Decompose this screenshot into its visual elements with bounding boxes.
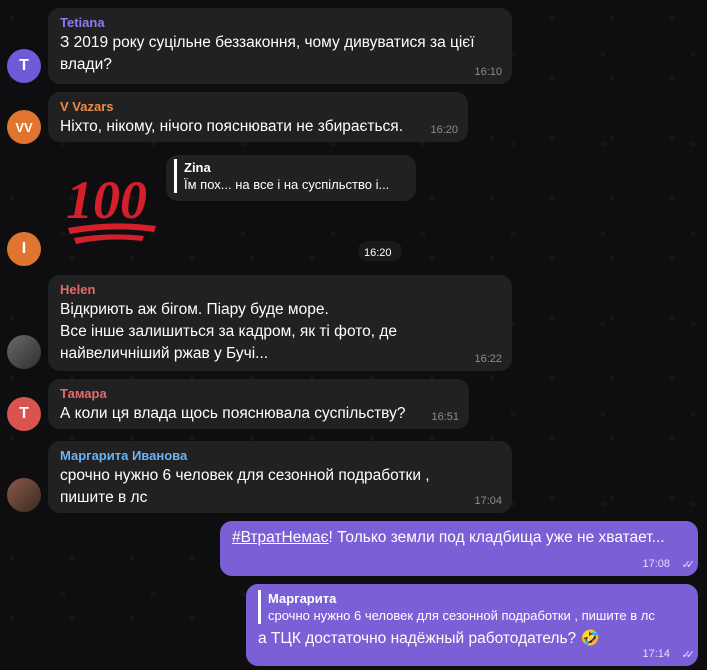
avatar[interactable]: T — [7, 49, 41, 83]
message-time: 16:51 — [431, 411, 459, 423]
reply-quote[interactable]: Zina Їм пох... на все і на суспільство і… — [174, 159, 408, 193]
read-checks-icon: ✓✓ — [681, 559, 696, 571]
message-text: #ВтратНемає! Только земли под кладбища у… — [232, 527, 686, 549]
sender-name[interactable]: Маргарита Иванова — [60, 447, 500, 465]
read-checks-icon: ✓✓ — [681, 649, 696, 661]
svg-text:100: 100 — [66, 170, 147, 230]
message-time: 16:20 — [430, 124, 458, 136]
message-time: 16:20 — [364, 247, 392, 259]
message-text: Ніхто, нікому, нічого пояснювати не збир… — [60, 118, 404, 135]
message-text: З 2019 року суцільне беззаконня, чому ди… — [60, 34, 475, 73]
outgoing-message-bubble[interactable]: Маргарита срочно нужно 6 человек для сез… — [246, 584, 698, 666]
message-bubble[interactable]: V Vazars Ніхто, нікому, нічого пояснюват… — [48, 92, 468, 142]
avatar-photo[interactable] — [7, 335, 41, 369]
message-text: а ТЦК достаточно надёжный работодатель? … — [258, 630, 600, 647]
sender-name[interactable]: Тамара — [60, 385, 457, 403]
message-bubble[interactable]: Маргарита Иванова срочно нужно 6 человек… — [48, 441, 512, 513]
avatar[interactable]: I — [7, 232, 41, 266]
message-time: 16:22 — [474, 353, 502, 365]
outgoing-message-bubble[interactable]: #ВтратНемає! Только земли под кладбища у… — [220, 521, 698, 576]
reply-preview[interactable]: Zina Їм пох... на все і на суспільство і… — [166, 155, 416, 201]
avatar[interactable]: T — [7, 397, 41, 431]
hundred-points-sticker[interactable]: 100 — [64, 168, 162, 248]
avatar[interactable]: VV — [7, 110, 41, 144]
reply-text: Їм пох... на все і на суспільство і... — [184, 177, 390, 192]
reply-text: срочно нужно 6 человек для сезонной подр… — [268, 608, 655, 623]
reply-quote[interactable]: Маргарита срочно нужно 6 человек для сез… — [258, 590, 686, 624]
message-text: А коли ця влада щось пояснювала суспільс… — [60, 405, 406, 422]
message-time: 17:08 — [642, 558, 670, 570]
message-time: 17:04 — [474, 495, 502, 507]
message-text-body: ! Только земли под кладбища уже не хвата… — [328, 529, 665, 546]
sender-name[interactable]: Helen — [60, 281, 500, 299]
sender-name[interactable]: Tetiana — [60, 14, 500, 32]
sender-name[interactable]: V Vazars — [60, 98, 456, 116]
message-text: срочно нужно 6 человек для сезонной подр… — [60, 467, 430, 506]
message-time: 16:10 — [474, 66, 502, 78]
message-time: 17:14 — [642, 648, 670, 660]
message-bubble[interactable]: Тамара А коли ця влада щось пояснювала с… — [48, 379, 469, 429]
message-text: Відкриють аж бігом. Піару буде море. Все… — [60, 301, 398, 362]
message-bubble[interactable]: Helen Відкриють аж бігом. Піару буде мор… — [48, 275, 512, 371]
hashtag-link[interactable]: #ВтратНемає — [232, 529, 329, 546]
reply-name: Zina — [184, 160, 211, 175]
reply-name: Маргарита — [268, 591, 337, 606]
message-bubble[interactable]: Tetiana З 2019 року суцільне беззаконня,… — [48, 8, 512, 84]
avatar-photo[interactable] — [7, 478, 41, 512]
sticker-time-pill: 16:20 — [358, 241, 402, 261]
